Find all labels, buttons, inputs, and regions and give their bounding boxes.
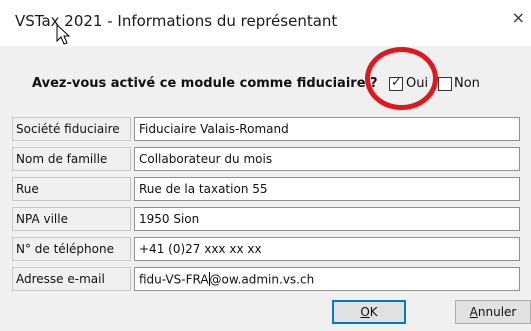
- field-value: Collaborateur du mois: [139, 152, 273, 166]
- cancel-label-rest: nnuler: [477, 305, 517, 319]
- non-label[interactable]: Non: [454, 76, 480, 91]
- fiduciary-question: Avez-vous activé ce module comme fiducia…: [32, 76, 378, 91]
- title-bar: VSTax 2021 - Informations du représentan…: [0, 0, 531, 46]
- field-label: Société fiduciaire: [16, 122, 120, 136]
- field-label-box: N° de téléphone: [12, 237, 131, 261]
- field-value: Rue de la taxation 55: [139, 182, 268, 196]
- field-label: Nom de famille: [16, 152, 108, 166]
- societe-fiduciaire-input[interactable]: Fiduciaire Valais-Romand: [134, 117, 520, 141]
- field-label: Adresse e-mail: [16, 272, 105, 286]
- field-label-box: Nom de famille: [12, 147, 131, 171]
- rue-input[interactable]: Rue de la taxation 55: [134, 177, 520, 201]
- field-label: Rue: [16, 182, 39, 196]
- field-label-box: Rue: [12, 177, 131, 201]
- field-row-societe: Société fiduciaire Fiduciaire Valais-Rom…: [12, 117, 520, 143]
- close-icon[interactable]: ×: [512, 10, 525, 26]
- field-label-box: Adresse e-mail: [12, 267, 131, 291]
- field-row-nom: Nom de famille Collaborateur du mois: [12, 147, 520, 173]
- nom-de-famille-input[interactable]: Collaborateur du mois: [134, 147, 520, 171]
- mouse-cursor-icon: [56, 24, 71, 45]
- telephone-input[interactable]: +41 (0)27 xxx xx xx: [134, 237, 520, 261]
- highlight-circle: [365, 47, 438, 110]
- field-label: N° de téléphone: [16, 242, 114, 256]
- field-value: +41 (0)27 xxx xx xx: [139, 242, 262, 256]
- cancel-button[interactable]: Annuler: [455, 300, 531, 324]
- ok-mnemonic: O: [360, 305, 370, 319]
- field-value: fidu-VS-FRA@ow.admin.vs.ch: [139, 272, 314, 288]
- npa-ville-input[interactable]: 1950 Sion: [134, 207, 520, 231]
- field-row-npa: NPA ville 1950 Sion: [12, 207, 520, 233]
- field-value: 1950 Sion: [139, 212, 200, 226]
- field-label-box: Société fiduciaire: [12, 117, 131, 141]
- field-row-rue: Rue Rue de la taxation 55: [12, 177, 520, 203]
- field-label: NPA ville: [16, 212, 68, 226]
- field-label-box: NPA ville: [12, 207, 131, 231]
- cancel-mnemonic: A: [469, 305, 478, 319]
- email-value-before-caret: fidu-VS-FRA: [139, 272, 209, 287]
- email-value-after-caret: @ow.admin.vs.ch: [209, 272, 315, 287]
- field-row-email: Adresse e-mail fidu-VS-FRA@ow.admin.vs.c…: [12, 267, 520, 293]
- field-row-telephone: N° de téléphone +41 (0)27 xxx xx xx: [12, 237, 520, 263]
- ok-label-rest: K: [369, 305, 378, 319]
- email-input[interactable]: fidu-VS-FRA@ow.admin.vs.ch: [134, 267, 520, 291]
- ok-button[interactable]: OK: [332, 300, 406, 324]
- field-value: Fiduciaire Valais-Romand: [139, 122, 289, 136]
- non-checkbox[interactable]: [438, 77, 452, 91]
